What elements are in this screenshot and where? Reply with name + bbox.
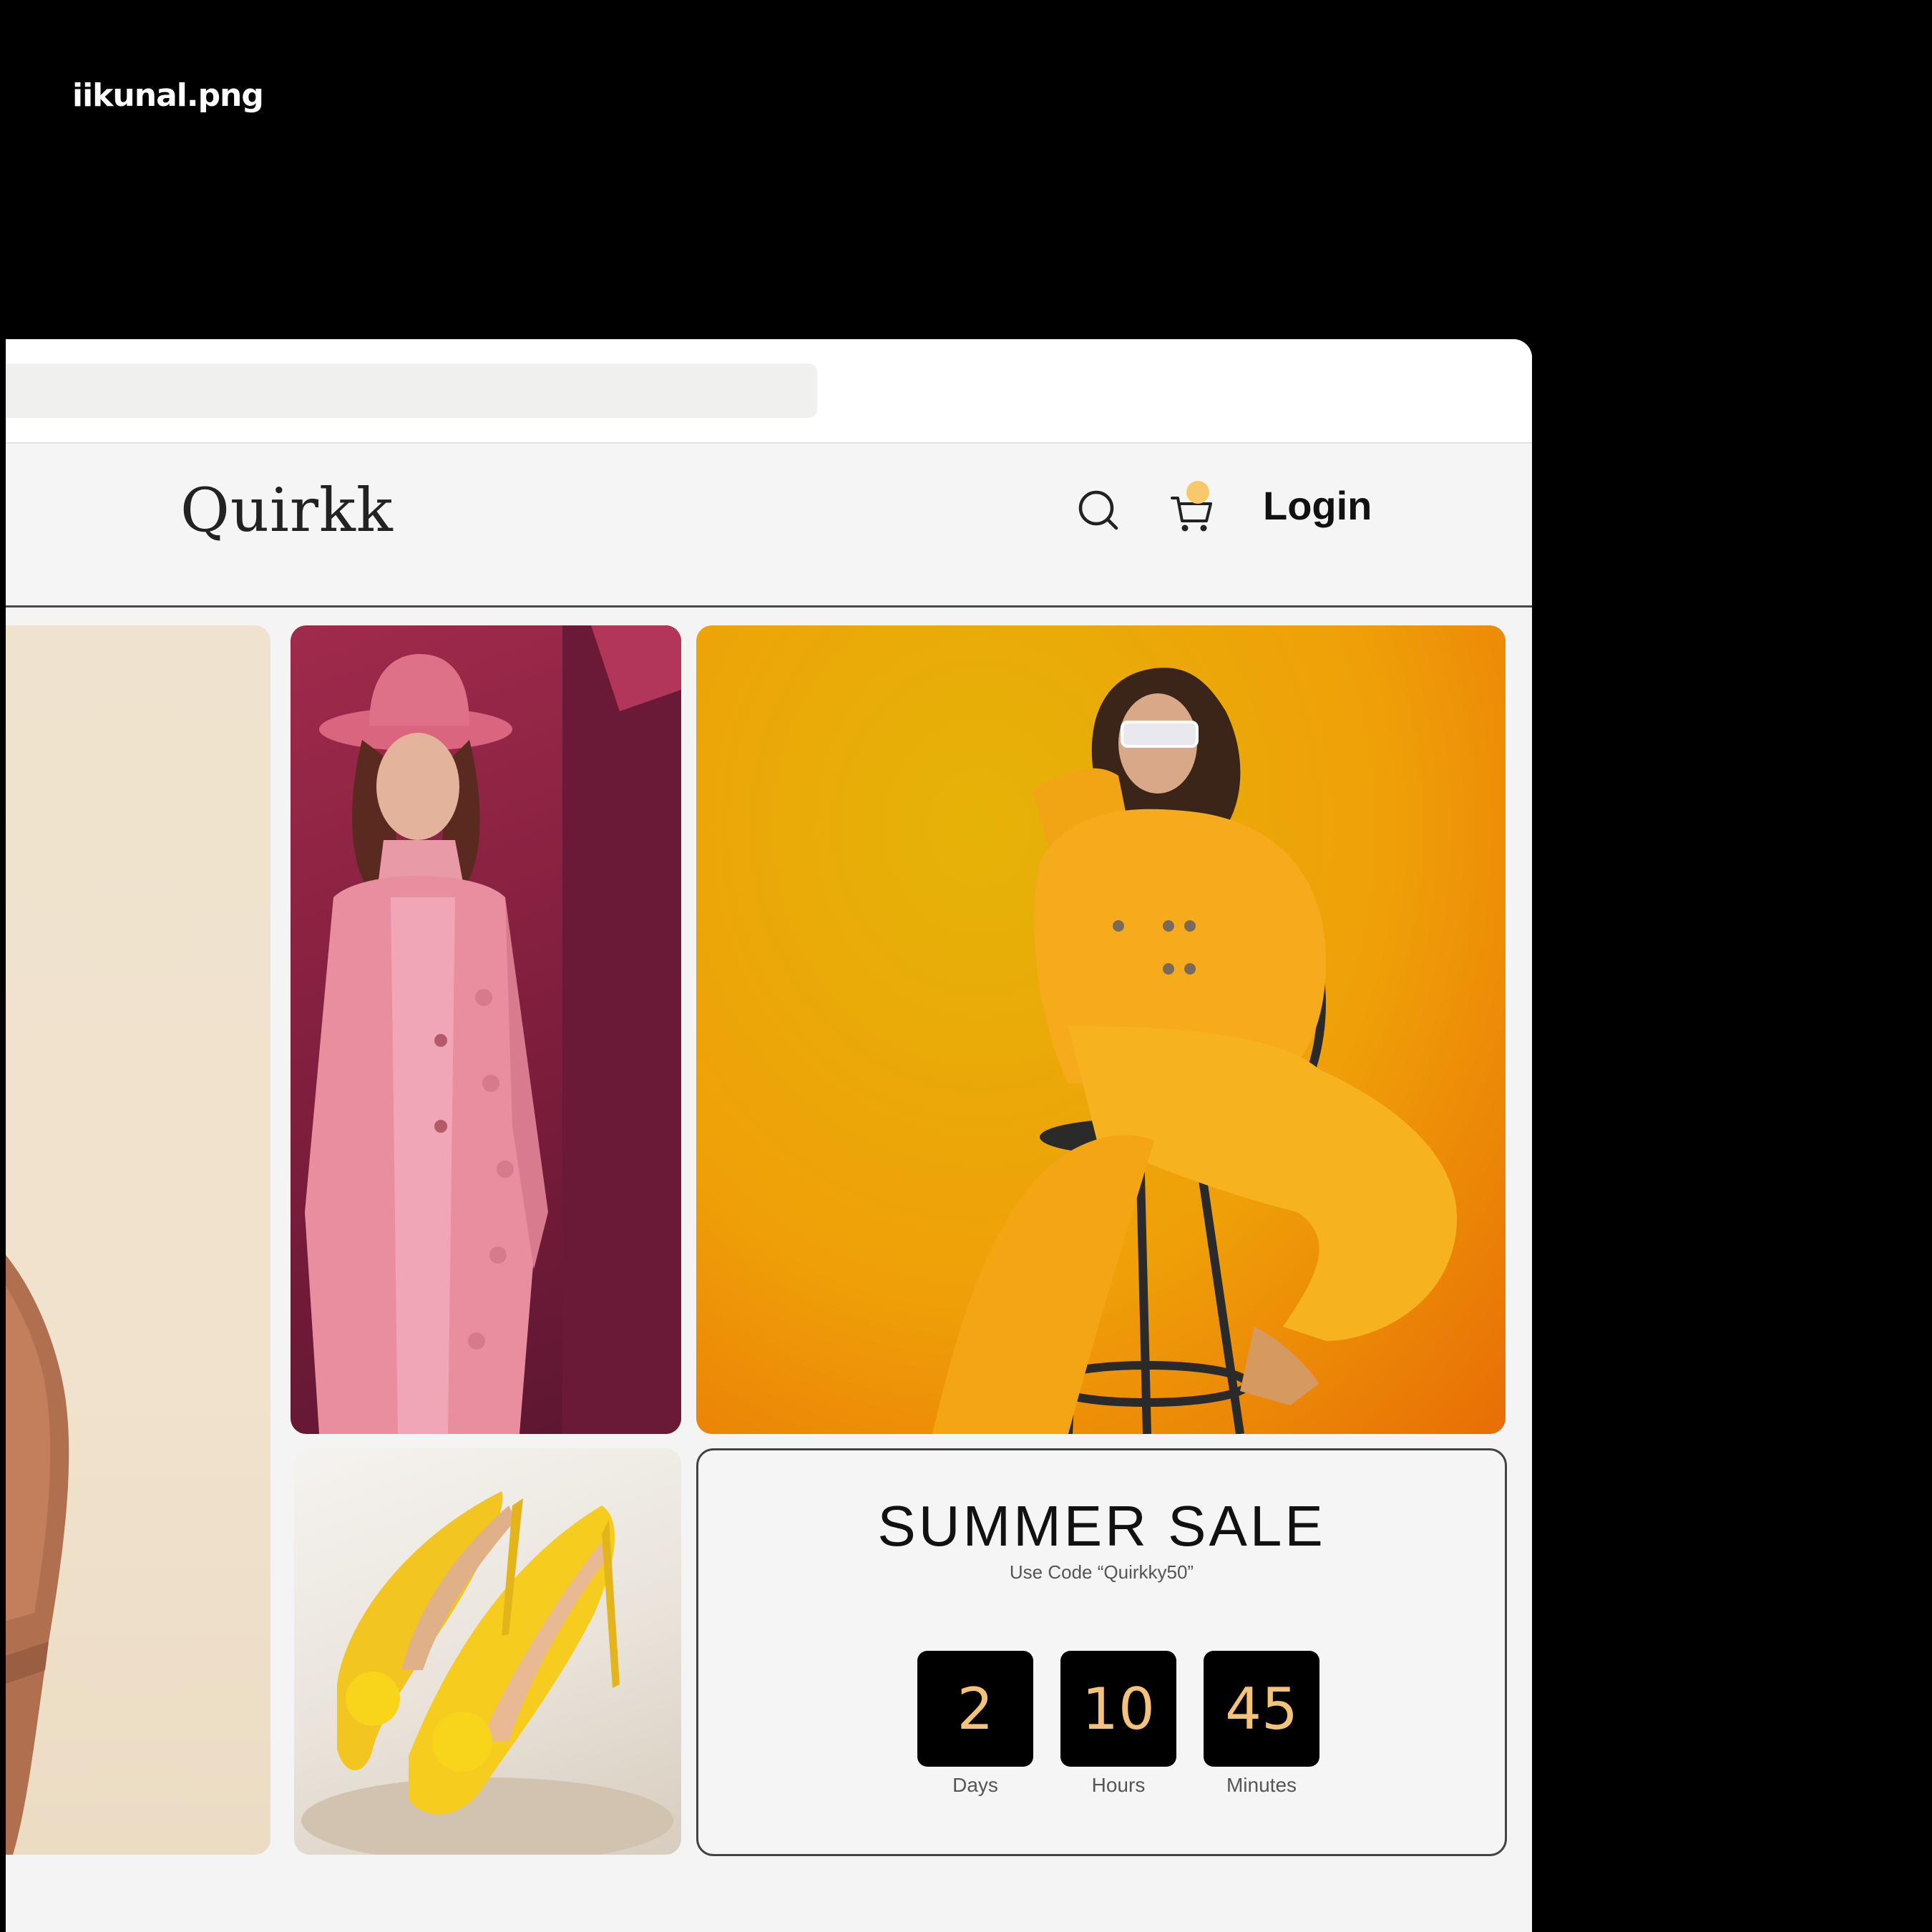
countdown-hours-value: 10	[1060, 1651, 1176, 1767]
cart-button[interactable]	[1166, 481, 1218, 537]
countdown-minutes: 45 Minutes	[1204, 1651, 1319, 1797]
product-image-pink-coat[interactable]	[291, 625, 681, 1434]
browser-toolbar	[6, 339, 1532, 444]
summer-sale-card: SUMMER SALE Use Code “Quirkky50” 2 Days …	[696, 1448, 1507, 1856]
sale-title: SUMMER SALE	[877, 1494, 1326, 1558]
countdown-days-label: Days	[952, 1774, 998, 1796]
brand-logo[interactable]: Quirkk	[180, 475, 394, 545]
countdown-days-value: 2	[917, 1651, 1033, 1767]
countdown-hours-label: Hours	[1091, 1774, 1146, 1796]
countdown-hours: 10 Hours	[1060, 1651, 1176, 1797]
site-header: Quirkk Login	[6, 444, 1532, 608]
sale-promo-code: Use Code “Quirkky50”	[1009, 1561, 1194, 1583]
login-link[interactable]: Login	[1263, 482, 1372, 529]
product-image-yellow-heels[interactable]	[294, 1448, 681, 1855]
search-icon	[1073, 485, 1125, 537]
countdown-timer: 2 Days 10 Hours 45 Minutes	[917, 1651, 1319, 1797]
cart-badge-dot	[1186, 481, 1209, 504]
product-image-yellow-suit[interactable]	[696, 625, 1506, 1434]
countdown-minutes-value: 45	[1204, 1651, 1319, 1767]
watermark-text: iikunal.png	[72, 77, 264, 114]
address-bar[interactable]	[6, 364, 817, 418]
search-button[interactable]	[1073, 485, 1125, 537]
countdown-minutes-label: Minutes	[1226, 1774, 1297, 1796]
countdown-days: 2 Days	[917, 1651, 1033, 1797]
browser-window: Quirkk Login SUMMER SALE Use Code “Quirk…	[6, 339, 1532, 1932]
product-image-brown-suit[interactable]	[6, 625, 270, 1855]
